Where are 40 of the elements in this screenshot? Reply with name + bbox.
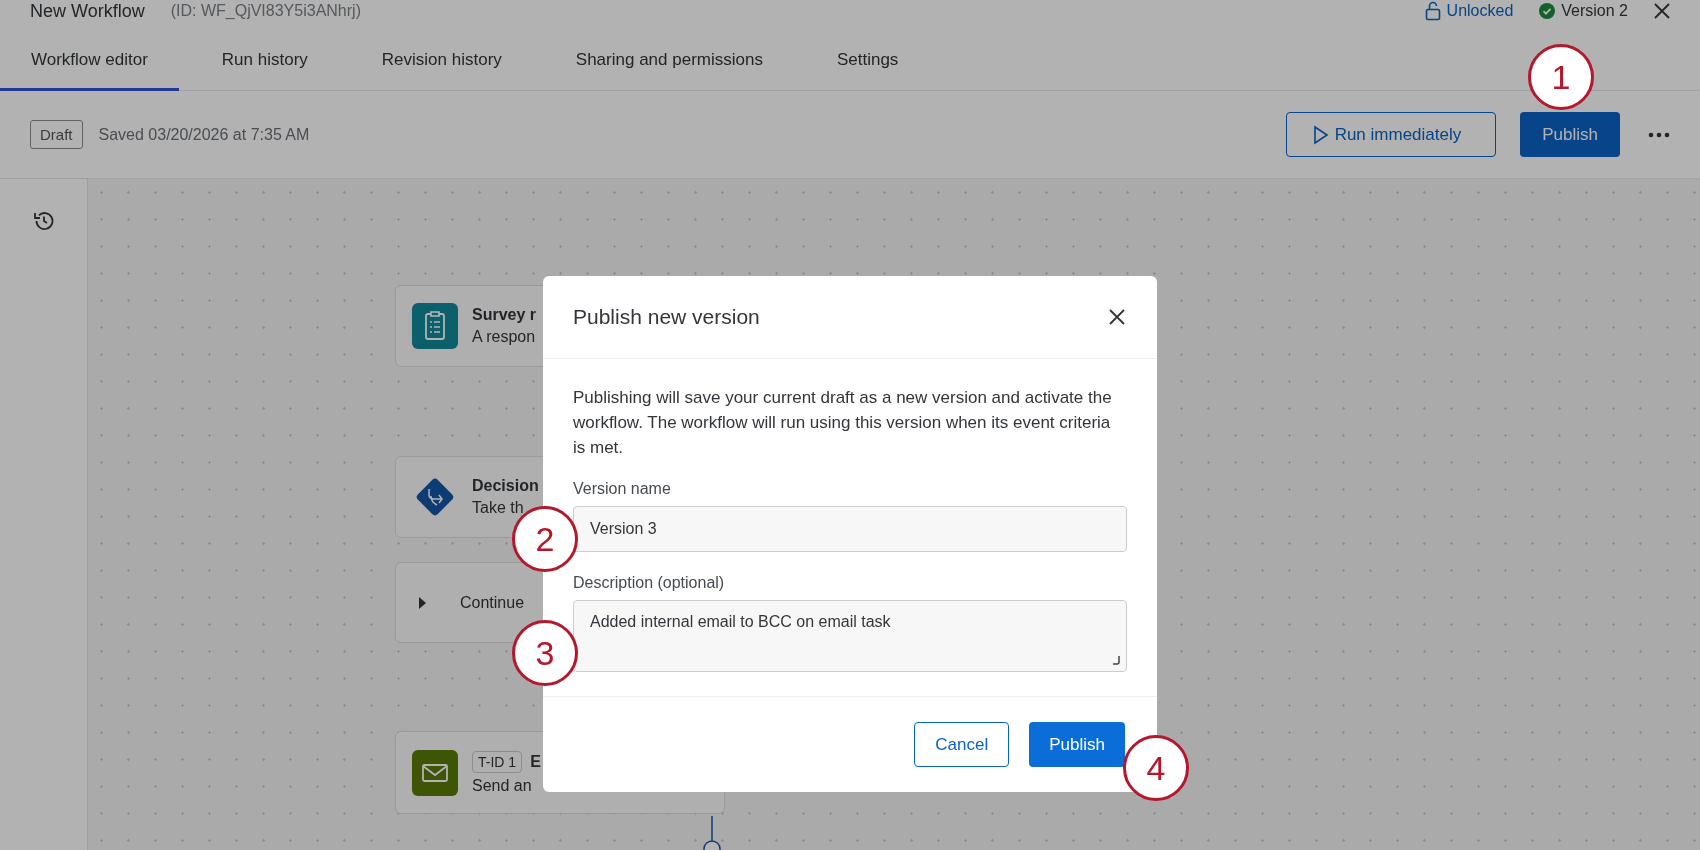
task-id-tag: T-ID 1 [472,750,523,773]
field-label: Description (optional) [573,574,726,592]
workflow-title: New Workflow [30,0,145,22]
publish-button[interactable]: Publish [1029,722,1125,767]
description-field[interactable]: Added internal email to BCC on email task [573,600,1127,672]
more-icon[interactable] [1648,131,1670,138]
node-title: Decision [472,477,539,495]
tab[interactable]: Revision history [350,50,533,91]
tab[interactable]: Sharing and permissions [544,50,794,91]
close-icon[interactable] [1654,3,1670,19]
publish-button[interactable]: Publish [1520,112,1620,157]
tab[interactable]: Run history [190,50,339,91]
check-circle-icon [1539,3,1556,19]
status-badge: Draft [30,120,83,149]
node-description: Send an [472,776,533,795]
version-name-field[interactable]: Version 3 [573,506,1127,552]
close-icon[interactable] [1107,307,1127,327]
run-immediately-button[interactable]: Run immediately [1285,112,1497,157]
play-icon [1312,124,1329,145]
node-title: Survey r [472,306,537,324]
dialog-title: Publish new version [573,305,760,329]
node-title: Continue [460,593,525,612]
step-callout: 1 [1528,44,1594,110]
dialog-message: Publishing will save your current draft as a new version and activate the workflow. The workflow will run using this version when its event criteria is met. [573,387,1113,459]
lock-status-link[interactable]: Unlocked [1446,2,1514,20]
node-title: E [530,752,541,771]
workflow-id: (ID: WF_QjVI83Y5i3ANhrj) [170,2,361,20]
tab[interactable]: Settings [805,50,930,91]
lock-icon [1424,1,1441,21]
node-description: A respon [472,328,537,346]
envelope-icon [412,749,458,796]
field-label: Version name [573,480,672,498]
history-icon[interactable] [31,209,56,233]
saved-timestamp: Saved 03/20/2026 at 7:35 AM [98,125,310,144]
clipboard-icon [412,303,458,349]
tab[interactable]: Workflow editor [0,50,179,91]
version-label: Version 2 [1561,2,1628,20]
resize-grip-icon[interactable] [1110,655,1120,665]
cancel-button[interactable]: Cancel [914,722,1010,767]
caret-icon[interactable] [418,595,428,610]
